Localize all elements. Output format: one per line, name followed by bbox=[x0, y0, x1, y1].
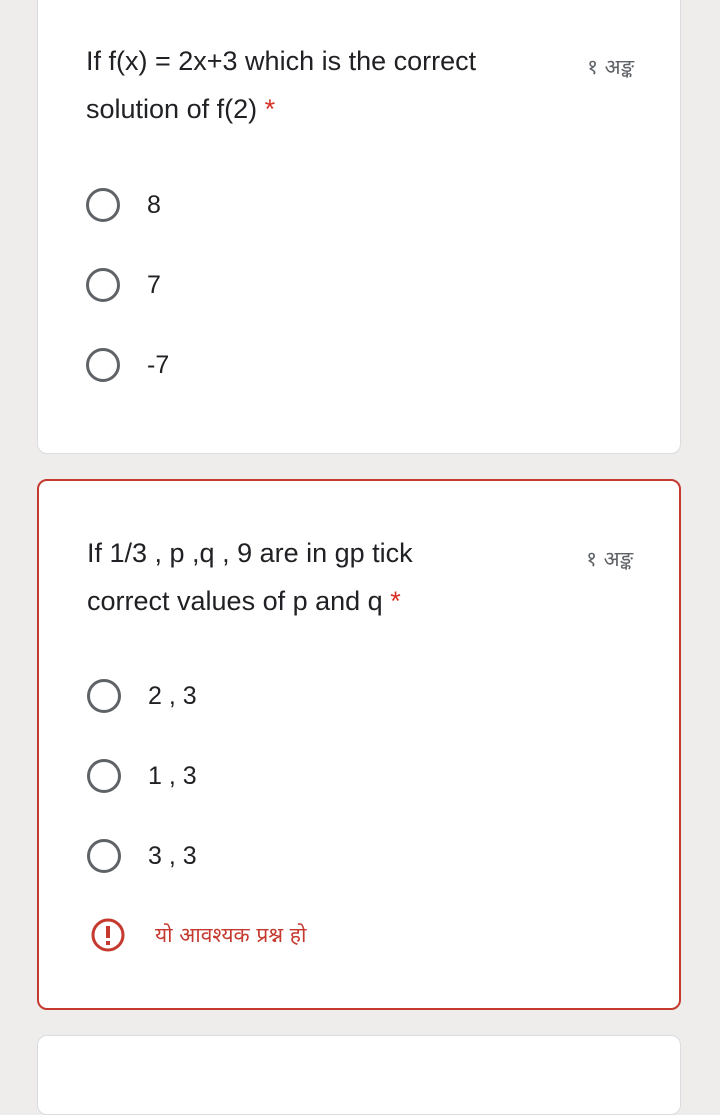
radio-button[interactable] bbox=[87, 679, 121, 713]
radio-button[interactable] bbox=[87, 839, 121, 873]
required-asterisk: * bbox=[264, 94, 276, 124]
required-asterisk: * bbox=[390, 586, 401, 616]
question-card-1: If f(x) = 2x+3 which is the correct solu… bbox=[37, 0, 681, 454]
option-label: 2 , 3 bbox=[148, 681, 197, 710]
error-message-row: यो आवश्यक प्रश्न हो bbox=[91, 918, 306, 952]
error-exclamation-icon bbox=[91, 918, 125, 952]
error-text: यो आवश्यक प्रश्न हो bbox=[155, 923, 307, 947]
question-title: If f(x) = 2x+3 which is the correct solu… bbox=[86, 46, 477, 124]
option-8[interactable]: 8 bbox=[86, 185, 161, 225]
option-label: -7 bbox=[147, 350, 170, 379]
radio-button[interactable] bbox=[86, 268, 120, 302]
option-minus-7[interactable]: -7 bbox=[86, 345, 169, 385]
option-3-3[interactable]: 3 , 3 bbox=[87, 836, 197, 876]
radio-button[interactable] bbox=[86, 188, 120, 222]
radio-button[interactable] bbox=[86, 348, 120, 382]
radio-button[interactable] bbox=[87, 759, 121, 793]
option-label: 3 , 3 bbox=[148, 841, 197, 870]
option-label: 1 , 3 bbox=[148, 761, 197, 790]
points-label: १ अङ्क bbox=[587, 55, 634, 79]
points-label: १ अङ्क bbox=[586, 547, 633, 571]
question-title: If 1/3 , p ,q , 9 are in gp tick correct… bbox=[87, 538, 413, 616]
option-2-3[interactable]: 2 , 3 bbox=[87, 676, 197, 716]
question-card-3 bbox=[37, 1035, 681, 1115]
option-label: 8 bbox=[147, 190, 161, 219]
question-card-2: If 1/3 , p ,q , 9 are in gp tick correct… bbox=[37, 479, 681, 1010]
option-1-3[interactable]: 1 , 3 bbox=[87, 756, 197, 796]
option-7[interactable]: 7 bbox=[86, 265, 161, 305]
option-label: 7 bbox=[147, 270, 161, 299]
